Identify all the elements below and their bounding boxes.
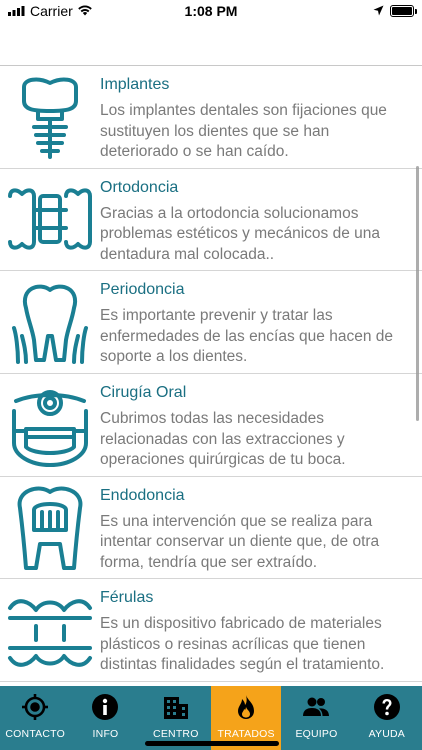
wifi-icon [77, 3, 93, 19]
row-text: Periodoncia Es importante prevenir y tra… [100, 271, 422, 373]
tab-equipo[interactable]: EQUIPO [281, 686, 351, 750]
row-text: Férulas Es un dispositivo fabricado de m… [100, 579, 422, 681]
row-icon-container [0, 169, 100, 271]
row-desc-line: Gracias a la ortodoncia solucionamos [100, 204, 359, 222]
people-icon [301, 692, 331, 722]
row-title: Férulas [100, 589, 154, 607]
home-indicator[interactable] [145, 741, 279, 746]
battery-icon [390, 5, 417, 17]
tab-label: EQUIPO [295, 728, 338, 740]
row-desc-line: plásticos o resinas acrílicas que tienen [100, 635, 366, 653]
row-text: Implantes Los implantes dentales son fij… [100, 66, 422, 168]
tab-label: INFO [92, 728, 119, 740]
row-desc-line: sustituyen los dientes que se han [100, 122, 330, 140]
row-desc-line: relacionadas con las extracciones y [100, 430, 345, 448]
row-desc-line: Es importante prevenir y tratar las [100, 307, 333, 325]
signal-icon [8, 3, 26, 19]
row-desc-line: intentar conservar un diente que, de otr… [100, 533, 380, 551]
treatments-list[interactable]: Implantes Los implantes dentales son fij… [0, 66, 422, 686]
row-desc-line: Es una intervención que se realiza para [100, 512, 373, 530]
row-desc-line: forma, tendría que ser extraído. [100, 553, 318, 571]
row-text: Cirugía Oral Cubrimos todas las necesida… [100, 374, 422, 476]
list-item[interactable]: Férulas Es un dispositivo fabricado de m… [0, 579, 422, 683]
row-desc-line: Es un dispositivo fabricado de materiale… [100, 615, 382, 633]
implant-icon [22, 77, 78, 159]
row-title: Periodoncia [100, 281, 185, 299]
row-desc-line: problemas estéticos y mecánicos de una [100, 225, 381, 243]
gum-tooth-icon [12, 284, 88, 365]
help-icon [372, 692, 402, 722]
row-title: Implantes [100, 76, 170, 93]
status-left: Carrier [8, 3, 93, 19]
splint-icon [8, 599, 92, 668]
row-desc-line: deteriorado o se han caído. [100, 143, 289, 160]
row-desc-line: soporte a los dientes. [100, 348, 248, 366]
row-desc-line: dentadura mal colocada.. [100, 245, 275, 263]
row-icon-container [0, 66, 100, 168]
row-icon-container [0, 477, 100, 579]
navigation-bar [0, 22, 422, 66]
info-icon [90, 692, 120, 722]
status-right [373, 3, 417, 19]
list-item[interactable]: Endodoncia Es una intervención que se re… [0, 477, 422, 580]
row-desc-line: enfermedades de las encías que hacen de [100, 327, 393, 345]
tab-contacto[interactable]: CONTACTO [0, 686, 70, 750]
root-canal-icon [17, 486, 83, 570]
row-icon-container [0, 374, 100, 476]
list-item[interactable]: Periodoncia Es importante prevenir y tra… [0, 271, 422, 375]
surgeon-icon [12, 389, 88, 467]
list-item[interactable]: Cirugía Oral Cubrimos todas las necesida… [0, 374, 422, 477]
tab-label: CONTACTO [5, 728, 65, 740]
list-item[interactable]: Implantes Los implantes dentales son fij… [0, 66, 422, 169]
row-desc-line: Los implantes dentales son fijaciones qu… [100, 102, 387, 119]
location-arrow-icon [373, 3, 384, 19]
tab-info[interactable]: INFO [70, 686, 140, 750]
tab-label: CENTRO [153, 728, 199, 740]
row-desc-line: distintas finalidades según el tratamien… [100, 656, 385, 674]
row-text: Ortodoncia Gracias a la ortodoncia soluc… [100, 169, 422, 271]
row-desc-line: Cubrimos todas las necesidades [100, 410, 325, 428]
carrier-label: Carrier [30, 3, 73, 19]
tab-label: TRATADOS [217, 728, 275, 740]
scroll-indicator[interactable] [416, 166, 419, 421]
row-text: Endodoncia Es una intervención que se re… [100, 477, 422, 579]
list-item[interactable]: Ortodoncia Gracias a la ortodoncia soluc… [0, 169, 422, 272]
row-desc-line: operaciones quirúrgicas de tu boca. [100, 451, 346, 469]
building-icon [161, 692, 191, 722]
row-title: Cirugía Oral [100, 384, 187, 402]
row-title: Endodoncia [100, 486, 185, 504]
row-icon-container [0, 271, 100, 373]
status-bar: Carrier 1:08 PM [0, 0, 422, 22]
row-icon-container [0, 579, 100, 681]
location-target-icon [20, 692, 50, 722]
braces-icon [8, 187, 92, 250]
flame-icon [231, 692, 261, 722]
tab-label: AYUDA [368, 728, 405, 740]
row-title: Ortodoncia [100, 178, 179, 196]
tab-ayuda[interactable]: AYUDA [352, 686, 422, 750]
